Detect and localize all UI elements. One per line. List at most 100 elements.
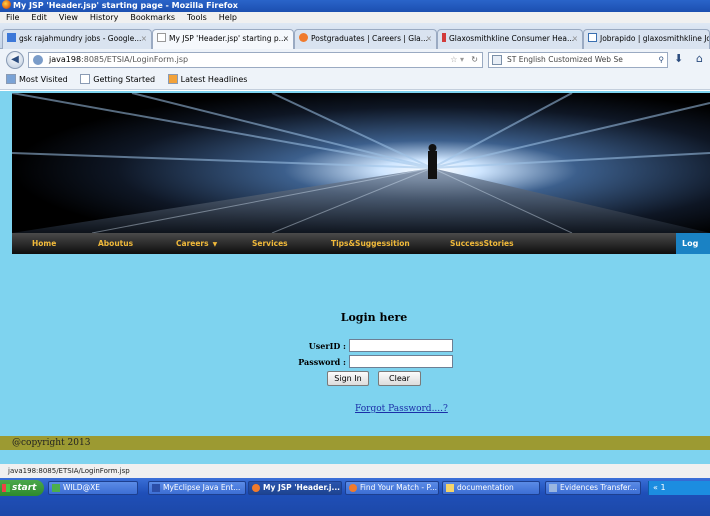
bookmark-label: Latest Headlines <box>180 75 248 84</box>
url-bar[interactable]: java198:8085/ETSIA/LoginForm.jsp ☆ ▾ ↻ <box>28 52 483 68</box>
banner-image <box>12 93 710 233</box>
window-title-bar: My JSP 'Header.jsp' starting page - Mozi… <box>0 0 710 12</box>
bookmark-most-visited[interactable]: Most Visited <box>6 71 68 89</box>
forgot-password-link[interactable]: Forgot Password....? <box>355 404 448 414</box>
rss-icon <box>167 74 178 84</box>
task-evidences-transfer[interactable]: Evidences Transfer... <box>545 481 641 495</box>
userid-label: UserID : <box>308 341 346 351</box>
task-firefox-header[interactable]: My JSP 'Header.j... <box>248 481 342 495</box>
task-label: Find Your Match - P... <box>360 483 438 492</box>
task-label: My JSP 'Header.j... <box>263 483 341 492</box>
page-footer: @copyright 2013 <box>0 436 710 450</box>
menu-file[interactable]: File <box>6 13 19 22</box>
bookmark-label: Getting Started <box>93 75 156 84</box>
tab-label: Glaxosmithkline Consumer Hea... <box>449 34 575 43</box>
password-input[interactable] <box>349 355 453 368</box>
task-label: WILD@XE <box>63 483 100 492</box>
back-button[interactable]: ◀ <box>6 51 24 69</box>
tab-header-jsp[interactable]: My JSP 'Header.jsp' starting p... × <box>152 29 294 49</box>
url-host: java198 <box>49 55 82 64</box>
sign-in-button[interactable]: Sign In <box>327 371 369 386</box>
bookmarks-toolbar: Most Visited Getting Started Latest Head… <box>0 71 710 90</box>
task-label: documentation <box>457 483 514 492</box>
jr-icon <box>588 33 597 42</box>
nav-aboutus[interactable]: Aboutus <box>98 233 133 254</box>
tab-label: gsk rajahmundry jobs - Google... <box>19 34 142 43</box>
bookmark-getting-started[interactable]: Getting Started <box>80 71 155 89</box>
tab-label: My JSP 'Header.jsp' starting p... <box>169 34 286 43</box>
nav-careers[interactable]: Careers ▼ <box>176 233 217 255</box>
globe-icon <box>33 55 43 65</box>
t-icon <box>442 33 446 42</box>
nav-home[interactable]: Home <box>32 233 56 254</box>
close-icon[interactable]: × <box>141 30 147 48</box>
system-tray[interactable]: « 1 <box>648 481 710 495</box>
site-nav-bar: Home Aboutus Careers ▼ Services Tips&Sugg… <box>12 233 710 254</box>
close-icon[interactable]: × <box>426 30 432 48</box>
menu-bookmarks[interactable]: Bookmarks <box>130 13 175 22</box>
task-find-match[interactable]: Find Your Match - P... <box>345 481 439 495</box>
search-bar[interactable]: ST English Customized Web Se ⚲ <box>488 52 668 68</box>
page-content: Home Aboutus Careers ▼ Services Tips&Sugg… <box>0 91 710 464</box>
search-engine-icon[interactable] <box>492 55 502 65</box>
status-bar: java198:8085/ETSIA/LoginForm.jsp <box>0 464 710 478</box>
menu-tools[interactable]: Tools <box>187 13 207 22</box>
task-wildxe[interactable]: WILD@XE <box>48 481 138 495</box>
start-button[interactable]: start <box>0 480 44 496</box>
tab-label: Jobrapido | glaxosmithkline Jo... <box>600 34 710 43</box>
tab-label: Postgraduates | Careers | Gla... <box>311 34 428 43</box>
taskbar: start WILD@XE MyEclipse Java Ent... My J… <box>0 478 710 516</box>
app-icon <box>549 484 557 492</box>
nav-login-tab[interactable]: Log <box>676 233 710 254</box>
task-documentation[interactable]: documentation <box>442 481 540 495</box>
home-icon[interactable]: ⌂ <box>696 52 703 65</box>
folder-icon <box>446 484 454 492</box>
silhouette-figure <box>428 151 437 179</box>
nav-services[interactable]: Services <box>252 233 288 254</box>
task-label: MyEclipse Java Ent... <box>163 483 241 492</box>
google-icon <box>7 33 16 42</box>
userid-input[interactable] <box>349 339 453 352</box>
menu-bar: File Edit View History Bookmarks Tools Help <box>0 12 710 23</box>
firefox-icon <box>349 484 357 492</box>
tab-bar: gsk rajahmundry jobs - Google... × My JSP… <box>0 23 710 49</box>
firefox-icon <box>252 484 260 492</box>
dropdown-caret-icon: ▼ <box>212 241 218 248</box>
login-heading: Login here <box>340 311 408 324</box>
tab-postgraduates[interactable]: Postgraduates | Careers | Gla... × <box>294 29 437 49</box>
bookmark-star-icon[interactable]: ☆ ▾ <box>450 53 464 67</box>
url-path: :8085/ETSIA/LoginForm.jsp <box>81 55 189 64</box>
download-icon[interactable]: ⬇ <box>674 52 683 65</box>
navigation-toolbar: ◀ java198:8085/ETSIA/LoginForm.jsp ☆ ▾ ↻… <box>0 49 710 71</box>
search-text: ST English Customized Web Se <box>507 55 623 64</box>
windows-logo-icon <box>2 484 10 492</box>
start-label: start <box>12 483 37 493</box>
close-icon[interactable]: × <box>283 30 289 48</box>
firefox-icon <box>2 0 11 9</box>
bookmark-latest-headlines[interactable]: Latest Headlines <box>167 71 248 89</box>
nav-careers-label: Careers <box>176 239 209 248</box>
search-icon[interactable]: ⚲ <box>659 53 665 67</box>
nav-tips[interactable]: Tips&Suggessition <box>331 233 410 254</box>
task-myeclipse[interactable]: MyEclipse Java Ent... <box>148 481 246 495</box>
password-label: Password : <box>298 357 346 367</box>
most-visited-icon <box>6 74 16 84</box>
clear-button[interactable]: Clear <box>378 371 421 386</box>
task-label: Evidences Transfer... <box>560 483 638 492</box>
menu-edit[interactable]: Edit <box>31 13 47 22</box>
menu-help[interactable]: Help <box>219 13 237 22</box>
menu-history[interactable]: History <box>90 13 118 22</box>
window-title: My JSP 'Header.jsp' starting page - Mozi… <box>13 1 238 10</box>
eclipse-icon <box>152 484 160 492</box>
tab-glaxo-consumer[interactable]: Glaxosmithkline Consumer Hea... × <box>437 29 583 49</box>
tab-jobrapido[interactable]: Jobrapido | glaxosmithkline Jo... <box>583 29 710 49</box>
app-icon <box>52 484 60 492</box>
menu-view[interactable]: View <box>59 13 78 22</box>
tab-gsk-jobs[interactable]: gsk rajahmundry jobs - Google... × <box>2 29 152 49</box>
page-icon <box>80 74 91 84</box>
gsk-icon <box>299 33 308 42</box>
reload-icon[interactable]: ↻ <box>471 53 478 67</box>
page-icon <box>157 33 166 42</box>
nav-success-stories[interactable]: SuccessStories <box>450 233 514 254</box>
close-icon[interactable]: × <box>572 30 578 48</box>
